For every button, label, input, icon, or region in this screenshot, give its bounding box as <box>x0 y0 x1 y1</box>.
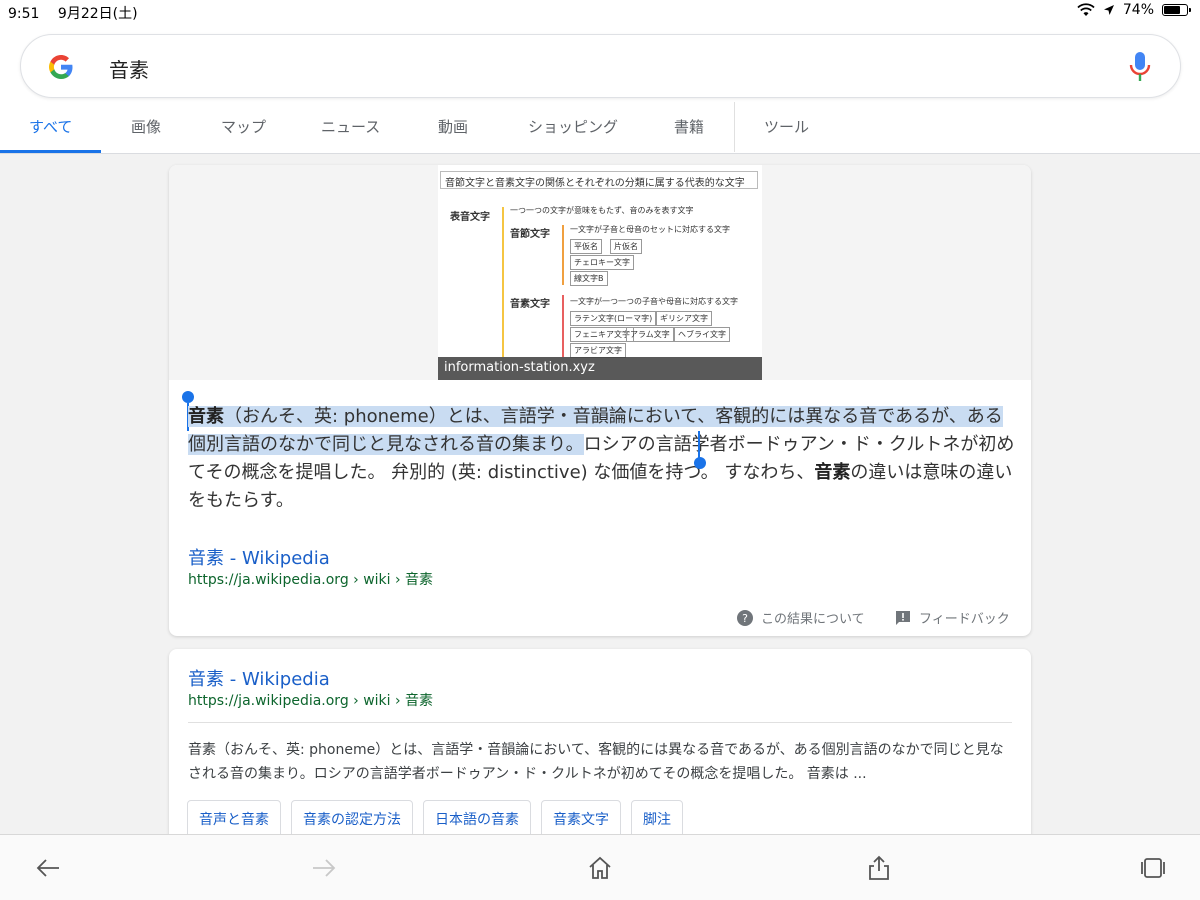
tabs-icon[interactable] <box>1140 855 1166 881</box>
bracket-orange <box>562 225 564 285</box>
about-result-button[interactable]: ? この結果について <box>737 608 865 627</box>
wifi-icon <box>1077 3 1095 16</box>
sitelink-chip[interactable]: 脚注 <box>631 800 683 838</box>
result-title-link[interactable]: 音素 - Wikipedia <box>188 665 330 691</box>
selection-handle-end[interactable] <box>694 457 706 469</box>
status-time: 9:51 <box>8 6 40 22</box>
bracket-red <box>562 295 564 357</box>
status-bar: 9:51 9月22日(土) 74% <box>0 0 1200 24</box>
image-item: 線文字B <box>570 271 608 286</box>
image-phonemic-label: 音素文字 <box>510 299 550 310</box>
result-snippet: 音素（おんそ、英: phoneme）とは、言語学・音韻論において、客観的には異な… <box>188 742 1004 782</box>
forward-arrow-icon[interactable] <box>311 855 337 881</box>
search-tabs: すべて 画像 マップ ニュース 動画 ショッピング 書籍 ツール <box>0 100 1200 154</box>
image-item: 片仮名 <box>610 239 642 254</box>
snippet-term: 音素 <box>188 406 224 427</box>
image-syllabic-label: 音節文字 <box>510 229 550 240</box>
selection-handle-start[interactable] <box>182 391 194 403</box>
image-item: ギリシア文字 <box>656 311 712 326</box>
search-input[interactable]: 音素 <box>109 54 149 83</box>
image-item: ラテン文字(ローマ字) <box>570 311 657 326</box>
search-result-card: 音素 - Wikipedia https://ja.wikipedia.org … <box>169 649 1031 849</box>
google-logo-icon <box>49 55 73 79</box>
sitelink-chips: 音声と音素 音素の認定方法 日本語の音素 音素文字 脚注 <box>187 800 683 838</box>
snippet-term: 音素 <box>814 462 851 483</box>
sitelink-chip[interactable]: 音素の認定方法 <box>291 800 413 838</box>
image-item: アラム文字 <box>626 327 674 342</box>
microphone-icon[interactable] <box>1128 51 1152 83</box>
search-header: 音素 すべて 画像 マップ ニュース 動画 ショッピング 書籍 ツール <box>0 24 1200 154</box>
share-icon[interactable] <box>866 855 892 881</box>
image-root-desc: 一つ一つの文字が意味をもたず、音のみを表す文字 <box>510 206 694 215</box>
browser-toolbar <box>0 834 1200 900</box>
status-date: 9月22日(土) <box>57 6 138 22</box>
tab-videos[interactable]: 動画 <box>438 116 468 137</box>
featured-image[interactable]: 音節文字と音素文字の関係とそれぞれの分類に属する代表的な文字 表音文字 一つ一つ… <box>438 165 762 380</box>
sitelink-chip[interactable]: 日本語の音素 <box>423 800 531 838</box>
image-item: チェロキー文字 <box>570 255 634 270</box>
tab-books[interactable]: 書籍 <box>674 116 704 137</box>
tab-shopping[interactable]: ショッピング <box>528 116 618 137</box>
feedback-button[interactable]: フィードバック <box>895 608 1010 627</box>
image-source-caption[interactable]: information-station.xyz <box>438 357 762 380</box>
image-item: フェニキア文字 <box>570 327 634 342</box>
tab-tools[interactable]: ツール <box>764 116 809 137</box>
bracket-yellow <box>502 207 504 357</box>
search-bar[interactable]: 音素 <box>20 34 1181 98</box>
image-title: 音節文字と音素文字の関係とそれぞれの分類に属する代表的な文字 <box>440 171 758 189</box>
battery-percent: 74% <box>1122 2 1154 18</box>
image-root-label: 表音文字 <box>450 212 490 223</box>
feedback-icon <box>896 610 910 625</box>
location-icon <box>1103 5 1114 15</box>
sitelink-chip[interactable]: 音声と音素 <box>187 800 281 838</box>
tab-maps[interactable]: マップ <box>221 116 266 137</box>
featured-image-area: 音節文字と音素文字の関係とそれぞれの分類に属する代表的な文字 表音文字 一つ一つ… <box>169 165 1031 380</box>
tab-divider <box>734 102 735 152</box>
battery-icon <box>1162 4 1191 16</box>
home-icon[interactable] <box>587 855 613 881</box>
tab-all[interactable]: すべて <box>29 116 72 137</box>
sitelink-chip[interactable]: 音素文字 <box>541 800 621 838</box>
about-result-label: この結果について <box>761 612 865 627</box>
feedback-label: フィードバック <box>919 612 1010 627</box>
featured-source-url[interactable]: https://ja.wikipedia.org › wiki › 音素 <box>188 569 433 589</box>
image-syllabic-desc: 一文字が子音と母音のセットに対応する文字 <box>570 225 730 234</box>
back-arrow-icon[interactable] <box>35 855 61 881</box>
featured-snippet-card: 音節文字と音素文字の関係とそれぞれの分類に属する代表的な文字 表音文字 一つ一つ… <box>169 165 1031 636</box>
featured-source-link[interactable]: 音素 - Wikipedia <box>188 544 330 570</box>
image-phonemic-desc: 一文字が一つ一つの子音や母音に対応する文字 <box>570 297 738 306</box>
result-divider <box>188 722 1012 723</box>
tab-news[interactable]: ニュース <box>321 116 380 137</box>
help-icon: ? <box>737 609 753 626</box>
image-item: アラビア文字 <box>570 343 626 358</box>
image-item: 平仮名 <box>570 239 602 254</box>
selection-caret-end <box>698 431 700 459</box>
svg-text:?: ? <box>742 612 748 625</box>
image-item: ヘブライ文字 <box>674 327 730 342</box>
result-url[interactable]: https://ja.wikipedia.org › wiki › 音素 <box>188 690 433 710</box>
active-tab-indicator <box>0 150 101 153</box>
featured-snippet-text: 音素（おんそ、英: phoneme）とは、言語学・音韻論において、客観的には異な… <box>188 403 1018 515</box>
tab-images[interactable]: 画像 <box>131 116 161 137</box>
